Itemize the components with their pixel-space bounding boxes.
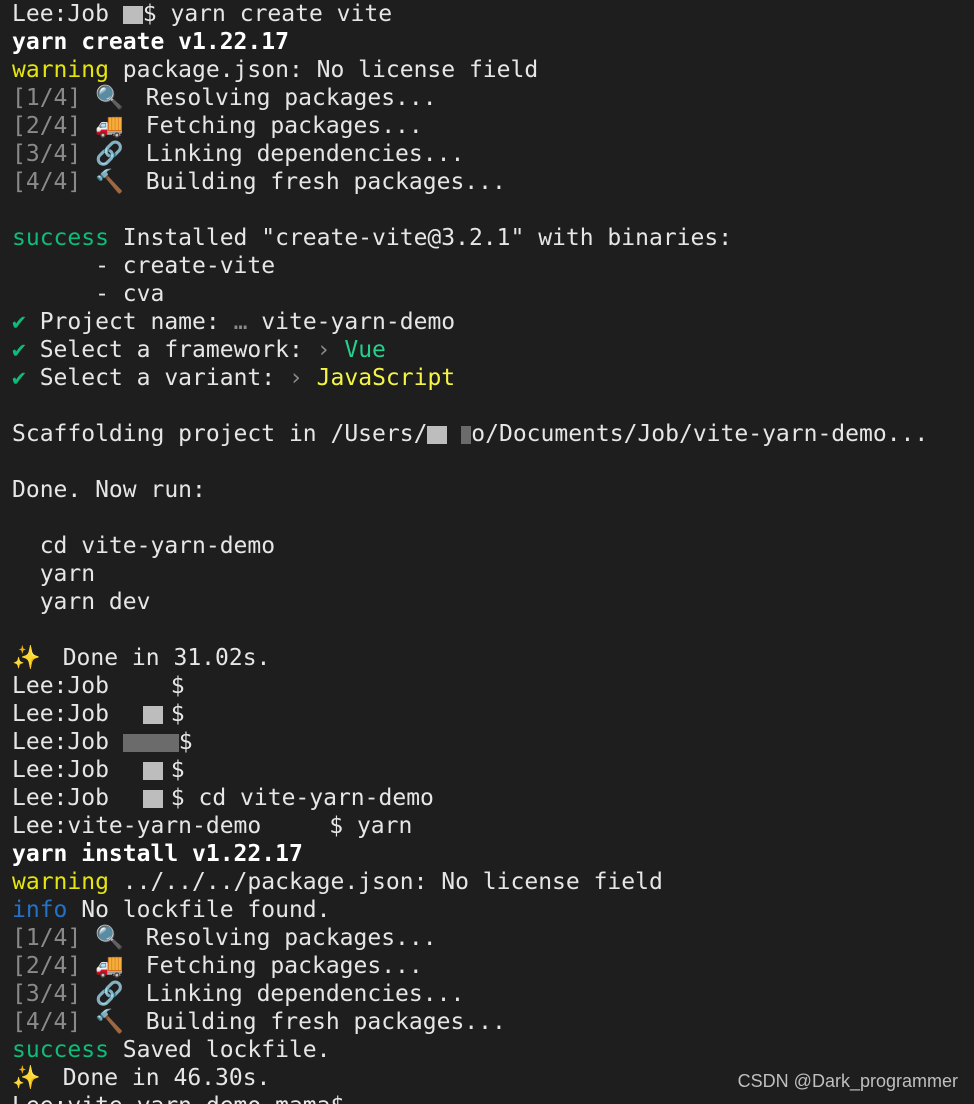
line-yarn-create-version: yarn create v1.22.17 — [12, 29, 289, 55]
line-binary-cva: - cva — [12, 281, 165, 307]
terminal-output[interactable]: Lee:Job $ yarn create vite yarn create v… — [12, 0, 967, 1104]
check-icon: ✔ — [12, 309, 26, 335]
redacted-block — [122, 5, 143, 24]
line-command-yarn: Lee:vite-yarn-demo $ yarn — [12, 813, 413, 839]
link-icon: 🔗 — [95, 141, 124, 167]
line-step-link: [3/4] 🔗 Linking dependencies... — [12, 981, 465, 1007]
warning-label: warning — [12, 869, 109, 895]
line-warning: warning ../../../package.json: No licens… — [12, 869, 663, 895]
magnifier-icon: 🔍 — [95, 925, 124, 951]
redacted-block — [142, 761, 163, 780]
line-prompt: Lee:Job $ — [12, 757, 185, 783]
line-step-fetch: [2/4] 🚚 Fetching packages... — [12, 113, 423, 139]
line-scaffolding: Scaffolding project in /Users/ o/Documen… — [12, 421, 929, 447]
success-label: success — [12, 225, 109, 251]
prompt-user: Lee:Job — [12, 1, 109, 27]
info-label: info — [12, 897, 68, 923]
line-variant: ✔ Select a variant: › JavaScript — [12, 365, 456, 391]
sparkles-icon: ✨ — [12, 1065, 41, 1091]
chevron-right-icon: › — [288, 365, 303, 391]
line-step-build: [4/4] 🔨 Building fresh packages... — [12, 169, 506, 195]
redacted-block — [142, 705, 163, 724]
line-framework: ✔ Select a framework: › Vue — [12, 337, 386, 363]
hammer-icon: 🔨 — [95, 169, 124, 195]
line-done-now-run: Done. Now run: — [12, 477, 206, 503]
line-yarn-dev-hint: yarn dev — [12, 589, 151, 615]
chevron-right-icon: › — [316, 337, 331, 363]
redacted-block — [142, 789, 163, 808]
link-icon: 🔗 — [95, 981, 124, 1007]
line-prompt: Lee:Job $ — [12, 729, 193, 755]
line-step-link: [3/4] 🔗 Linking dependencies... — [12, 141, 465, 167]
line-step-fetch: [2/4] 🚚 Fetching packages... — [12, 953, 423, 979]
check-icon: ✔ — [12, 337, 26, 363]
truck-icon: 🚚 — [95, 113, 124, 139]
truck-icon: 🚚 — [95, 953, 124, 979]
line-yarn-hint: yarn — [12, 561, 96, 587]
hammer-icon: 🔨 — [95, 1009, 124, 1035]
line-done-time: ✨ Done in 31.02s. — [12, 645, 271, 671]
prompt-user: Lee:vite-yarn-demo — [12, 813, 262, 839]
watermark: CSDN @Dark_programmer — [737, 1071, 958, 1091]
line-binary-create-vite: - create-vite — [12, 253, 276, 279]
line-step-build: [4/4] 🔨 Building fresh packages... — [12, 1009, 506, 1035]
line-success-saved: success Saved lockfile. — [12, 1037, 331, 1063]
line-prompt: Lee:Job $ — [12, 673, 185, 699]
line-project-name: ✔ Project name: … vite-yarn-demo — [12, 309, 456, 335]
line-warning: warning package.json: No license field — [12, 57, 539, 83]
sparkles-icon: ✨ — [12, 645, 41, 671]
redacted-block — [427, 425, 448, 444]
line-yarn-install-version: yarn install v1.22.17 — [12, 841, 303, 867]
check-icon: ✔ — [12, 365, 26, 391]
line-step-resolve: [1/4] 🔍 Resolving packages... — [12, 85, 437, 111]
line-step-resolve: [1/4] 🔍 Resolving packages... — [12, 925, 437, 951]
line-command-cd: Lee:Job $ cd vite-yarn-demo — [12, 785, 434, 811]
line-partial-prompt: Lee:vite-yarn-demo mama$ — [12, 1092, 967, 1104]
redacted-block — [461, 425, 472, 444]
success-label: success — [12, 1037, 109, 1063]
redacted-block — [122, 733, 179, 752]
line-success-installed: success Installed "create-vite@3.2.1" wi… — [12, 225, 733, 251]
line-prompt: Lee:Job $ — [12, 701, 185, 727]
line-cd-hint: cd vite-yarn-demo — [12, 533, 276, 559]
line-command-create: Lee:Job $ yarn create vite — [12, 1, 393, 27]
magnifier-icon: 🔍 — [95, 85, 124, 111]
line-info: info No lockfile found. — [12, 897, 331, 923]
warning-label: warning — [12, 57, 109, 83]
